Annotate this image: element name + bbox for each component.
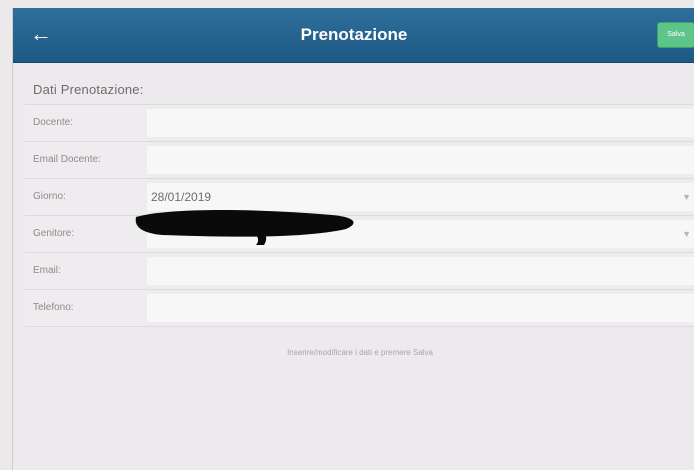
page-title: Prenotazione bbox=[300, 25, 408, 44]
form-row-email: Email: bbox=[25, 253, 694, 290]
giorno-field[interactable]: 28/01/2019 bbox=[147, 183, 694, 211]
email-docente-field[interactable] bbox=[147, 146, 694, 174]
genitore-field[interactable] bbox=[147, 220, 694, 248]
form-row-docente: Docente: bbox=[25, 104, 694, 142]
docente-label: Docente: bbox=[33, 117, 74, 128]
form-hint: Inserire/modificare i dati e premere Sal… bbox=[287, 348, 433, 357]
navigation-bar: ← Prenotazione Salva bbox=[13, 8, 694, 63]
chevron-down-icon: ▼ bbox=[682, 229, 691, 239]
save-button[interactable]: Salva bbox=[657, 22, 694, 48]
telefono-label: Telefono: bbox=[33, 302, 74, 313]
form-row-telefono: Telefono: bbox=[25, 290, 694, 327]
email-field[interactable] bbox=[147, 257, 694, 285]
email-docente-label: Email Docente: bbox=[33, 154, 101, 165]
genitore-label: Genitore: bbox=[33, 228, 75, 239]
form-row-genitore: Genitore: ▼ bbox=[25, 216, 694, 253]
telefono-field[interactable] bbox=[147, 294, 694, 322]
form-row-giorno: Giorno: 28/01/2019 ▼ bbox=[25, 179, 694, 216]
docente-field[interactable] bbox=[147, 109, 694, 137]
giorno-label: Giorno: bbox=[33, 191, 66, 202]
section-title: Dati Prenotazione: bbox=[33, 82, 144, 97]
chevron-down-icon: ▼ bbox=[682, 192, 691, 202]
form-row-email-docente: Email Docente: bbox=[25, 142, 694, 179]
booking-form: Docente: Email Docente: Giorno: 28/01/20… bbox=[25, 104, 694, 327]
email-label: Email: bbox=[33, 265, 61, 276]
app-screen: ← Prenotazione Salva Dati Prenotazione: … bbox=[12, 8, 694, 470]
